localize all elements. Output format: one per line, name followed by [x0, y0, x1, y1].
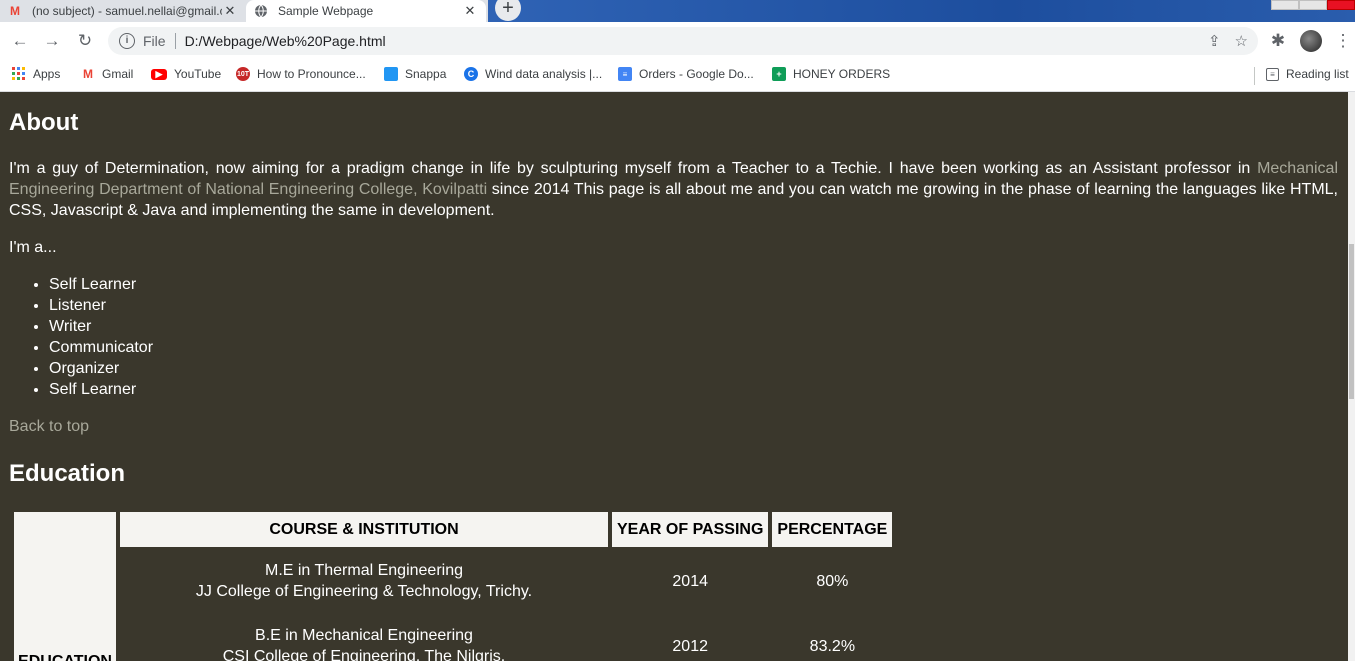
- reload-icon[interactable]: ↻: [75, 31, 95, 51]
- institution-name: JJ College of Engineering & Technology, …: [195, 583, 533, 601]
- share-icon[interactable]: ⇪: [1208, 32, 1221, 50]
- window-background: [488, 0, 1355, 22]
- table-row: B.E in Mechanical Engineering CSI Colleg…: [14, 615, 892, 661]
- gmail-icon: M: [10, 4, 20, 18]
- education-table: EDUCATION COURSE & INSTITUTION YEAR OF P…: [10, 509, 896, 661]
- bookmarks-bar: Apps M Gmail ▶ YouTube 10T How to Pronou…: [0, 60, 1355, 92]
- traits-list: Self Learner Listener Writer Communicato…: [9, 274, 153, 400]
- sheets-icon: +: [772, 67, 786, 81]
- bookmark-orders[interactable]: ≡ Orders - Google Do...: [618, 67, 754, 81]
- column-header: PERCENTAGE: [772, 512, 893, 548]
- bookmark-youtube[interactable]: ▶ YouTube: [151, 67, 221, 81]
- maximize-button[interactable]: [1299, 0, 1327, 10]
- close-window-button[interactable]: [1327, 0, 1355, 10]
- google-icon: C: [464, 67, 478, 81]
- bookmark-wind-data[interactable]: C Wind data analysis |...: [464, 67, 602, 81]
- course-cell: M.E in Thermal Engineering JJ College of…: [120, 550, 608, 612]
- year-cell: 2012: [672, 637, 708, 655]
- url-text[interactable]: D:/Webpage/Web%20Page.html: [185, 33, 386, 49]
- percentage-cell: 83.2%: [809, 637, 856, 655]
- bookmark-snappa[interactable]: Snappa: [384, 67, 446, 81]
- course-name: M.E in Thermal Engineering: [264, 562, 464, 580]
- browser-toolbar: ← → ↻ i File D:/Webpage/Web%20Page.html …: [0, 22, 1355, 60]
- address-bar[interactable]: i File D:/Webpage/Web%20Page.html ⇪ ☆: [108, 27, 1258, 55]
- scrollbar-thumb[interactable]: [1349, 244, 1354, 399]
- education-heading: Education: [9, 460, 126, 487]
- minimize-button[interactable]: [1271, 0, 1299, 10]
- youtube-icon: ▶: [151, 68, 167, 80]
- bookmark-label: YouTube: [174, 67, 222, 81]
- education-side-label: EDUCATION: [14, 512, 116, 661]
- bookmark-star-icon[interactable]: ☆: [1235, 32, 1248, 50]
- list-item: Self Learner: [49, 274, 153, 295]
- bookmark-label: Apps: [33, 67, 61, 81]
- divider: [174, 33, 176, 49]
- docs-icon: ≡: [618, 67, 632, 81]
- about-text-1: I'm a guy of Determination, now aiming f…: [9, 160, 1258, 177]
- globe-icon: [254, 4, 268, 18]
- tab-title: Sample Webpage: [278, 4, 374, 18]
- bookmark-honey-orders[interactable]: + HONEY ORDERS: [772, 67, 890, 81]
- bookmark-label: Snappa: [405, 67, 447, 81]
- window-controls: [1271, 0, 1355, 10]
- reading-list-button[interactable]: ≡ Reading list: [1266, 67, 1349, 81]
- tab-title: (no subject) - samuel.nellai@gmail.c: [32, 4, 222, 18]
- about-paragraph: I'm a guy of Determination, now aiming f…: [9, 158, 1338, 221]
- bookmarks-divider: [1254, 67, 1255, 85]
- reading-list-icon: ≡: [1266, 67, 1279, 81]
- bookmark-label: HONEY ORDERS: [793, 67, 891, 81]
- scrollbar[interactable]: [1348, 92, 1355, 661]
- bookmark-label: How to Pronounce...: [257, 67, 366, 81]
- institution-name: CSI College of Engineering, The Nilgris.: [222, 648, 506, 661]
- tab-gmail[interactable]: M (no subject) - samuel.nellai@gmail.c ✕: [0, 0, 246, 22]
- apps-grid-icon: [12, 67, 26, 81]
- tab-strip: M (no subject) - samuel.nellai@gmail.c ✕…: [0, 0, 1355, 22]
- info-icon[interactable]: i: [119, 33, 135, 49]
- forward-icon[interactable]: →: [42, 31, 62, 51]
- table-header-row: EDUCATION COURSE & INSTITUTION YEAR OF P…: [14, 512, 893, 661]
- about-heading: About: [9, 109, 79, 136]
- course-cell: B.E in Mechanical Engineering CSI Colleg…: [120, 615, 608, 661]
- percentage-cell: 80%: [816, 572, 849, 590]
- list-item: Communicator: [49, 337, 153, 358]
- list-item: Listener: [49, 295, 153, 316]
- avatar[interactable]: [1300, 30, 1322, 52]
- bookmark-gmail[interactable]: M Gmail: [81, 67, 133, 81]
- reading-list-label: Reading list: [1286, 67, 1349, 81]
- bookmark-apps[interactable]: Apps: [12, 67, 60, 81]
- tab-sample-webpage[interactable]: Sample Webpage ✕: [246, 0, 486, 22]
- close-tab-icon[interactable]: ✕: [222, 3, 238, 19]
- bookmark-label: Gmail: [102, 67, 134, 81]
- list-item: Organizer: [49, 358, 153, 379]
- bookmark-label: Orders - Google Do...: [639, 67, 754, 81]
- extensions-icon[interactable]: ✱: [1268, 31, 1288, 51]
- pronounce-icon: 10T: [236, 67, 250, 81]
- menu-icon[interactable]: ⋮: [1333, 31, 1353, 51]
- snappa-icon: [384, 67, 398, 81]
- column-header: YEAR OF PASSING: [612, 512, 769, 548]
- im-a-text: I'm a...: [9, 239, 57, 256]
- page-content: About I'm a guy of Determination, now ai…: [0, 92, 1355, 661]
- year-cell: 2014: [672, 572, 708, 590]
- course-name: B.E in Mechanical Engineering: [255, 627, 473, 644]
- gmail-icon: M: [83, 67, 93, 81]
- column-header: COURSE & INSTITUTION: [120, 512, 608, 548]
- scheme-label: File: [143, 33, 166, 49]
- back-icon[interactable]: ←: [10, 31, 30, 51]
- bookmark-pronounce[interactable]: 10T How to Pronounce...: [236, 67, 366, 81]
- list-item: Writer: [49, 316, 153, 337]
- bookmark-label: Wind data analysis |...: [485, 67, 603, 81]
- back-to-top-link[interactable]: Back to top: [9, 416, 89, 437]
- list-item: Self Learner: [49, 379, 153, 400]
- close-tab-icon[interactable]: ✕: [462, 3, 478, 19]
- table-row: M.E in Thermal Engineering JJ College of…: [14, 550, 892, 612]
